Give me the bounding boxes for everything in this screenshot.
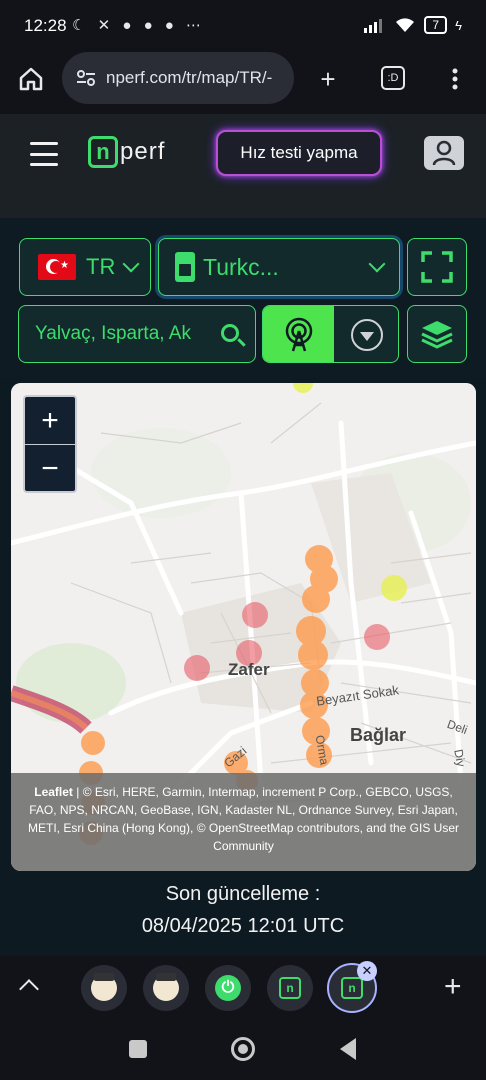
avatar-icon xyxy=(153,973,179,1001)
map-attribution: Leaflet | © Esri, HERE, Garmin, Intermap… xyxy=(11,773,476,871)
layers-button[interactable] xyxy=(407,305,467,363)
sim-card-icon xyxy=(175,252,195,282)
antenna-mode-button[interactable] xyxy=(263,306,334,362)
last-update-title: Son güncelleme : xyxy=(165,883,321,905)
tab-group-item[interactable]: n xyxy=(267,965,313,1011)
battery-icon: 7 xyxy=(424,16,448,34)
address-bar[interactable]: nperf.com/tr/map/TR/- xyxy=(62,52,294,104)
antenna-icon xyxy=(285,317,312,352)
leaflet-link[interactable]: Leaflet xyxy=(34,785,73,799)
home-icon[interactable] xyxy=(16,64,46,94)
attribution-text: | © Esri, HERE, Garmin, Intermap, increm… xyxy=(27,785,460,853)
network-toggle xyxy=(262,305,399,363)
zoom-control: + − xyxy=(23,395,77,493)
menu-icon[interactable] xyxy=(440,64,470,94)
location-search-input[interactable]: Yalvaç, Isparta, Ak xyxy=(18,305,256,363)
chevron-up-icon[interactable] xyxy=(19,979,39,999)
user-account-icon[interactable] xyxy=(424,136,464,170)
add-tab-icon[interactable]: + xyxy=(444,972,462,1002)
country-select[interactable]: ★ TR xyxy=(19,238,151,296)
zoom-out-button[interactable]: − xyxy=(25,445,75,493)
site-settings-icon[interactable] xyxy=(76,69,96,87)
speed-test-button[interactable]: Hız testi yapma xyxy=(216,130,382,176)
hamburger-menu-icon[interactable] xyxy=(30,142,58,166)
chevron-down-icon xyxy=(122,255,140,273)
down-arrow-icon xyxy=(351,319,383,351)
map-label-zafer: Zafer xyxy=(228,660,270,679)
tab-group-item[interactable] xyxy=(143,965,189,1011)
fullscreen-icon xyxy=(421,251,453,283)
last-update-date: 08/04/2025 12:01 UTC xyxy=(141,915,345,937)
search-icon[interactable] xyxy=(221,324,239,342)
turkey-flag-icon: ★ xyxy=(38,254,76,280)
layers-icon xyxy=(421,321,453,349)
signal-icon xyxy=(364,19,383,33)
tab-strip: ⏻ n n + xyxy=(0,956,486,1022)
wifi-icon xyxy=(396,18,415,32)
operator-label: Turkc... xyxy=(203,253,279,280)
map-label-baglar: Bağlar xyxy=(350,725,407,745)
close-tab-icon[interactable]: ✕ xyxy=(357,961,377,981)
new-tab-icon[interactable]: + xyxy=(313,64,343,94)
system-nav-bar xyxy=(0,1022,486,1080)
logo-text: perf xyxy=(120,138,166,165)
fullscreen-button[interactable] xyxy=(407,238,467,296)
tab-switcher-button[interactable]: :D xyxy=(381,66,405,90)
country-label: TR xyxy=(86,254,116,279)
nperf-icon: n xyxy=(341,977,363,999)
zoom-in-button[interactable]: + xyxy=(25,397,75,445)
operator-select[interactable]: Turkc... xyxy=(158,238,400,296)
search-value: Yalvaç, Isparta, Ak xyxy=(35,323,191,344)
tab-group-item[interactable] xyxy=(81,965,127,1011)
chevron-down-icon xyxy=(368,255,386,273)
map-label-diy: Diy xyxy=(451,748,469,768)
logo-mark: n xyxy=(88,136,118,168)
tab-group-item[interactable]: ⏻ xyxy=(205,965,251,1011)
avatar-icon xyxy=(91,973,117,1001)
power-icon: ⏻ xyxy=(215,975,241,1001)
nperf-logo[interactable]: n perf xyxy=(88,136,165,168)
recents-icon[interactable] xyxy=(129,1040,147,1058)
map-controls: ★ TR Turkc... Yalvaç, Isparta, Ak xyxy=(0,218,486,378)
home-nav-icon[interactable] xyxy=(231,1037,255,1061)
browser-toolbar: nperf.com/tr/map/TR/- + :D xyxy=(0,52,486,114)
nperf-icon: n xyxy=(279,977,301,999)
status-bar: 12:28 ☾ ✕ ● ● ● ⋯ 7 ϟ xyxy=(0,0,486,52)
back-icon[interactable] xyxy=(340,1038,356,1060)
site-header: n perf Hız testi yapma xyxy=(0,114,486,218)
status-right-icons: 7 ϟ xyxy=(364,16,462,34)
url-text: nperf.com/tr/map/TR/- xyxy=(106,68,273,87)
charging-icon: ϟ xyxy=(455,17,462,33)
download-mode-button[interactable] xyxy=(334,306,398,362)
status-time: 12:28 xyxy=(24,16,67,35)
coverage-map[interactable]: Zafer Bağlar Beyazıt Sokak Gazi Deli Orm… xyxy=(11,383,476,871)
notification-icons: ☾ ✕ ● ● ● ⋯ xyxy=(72,17,206,34)
